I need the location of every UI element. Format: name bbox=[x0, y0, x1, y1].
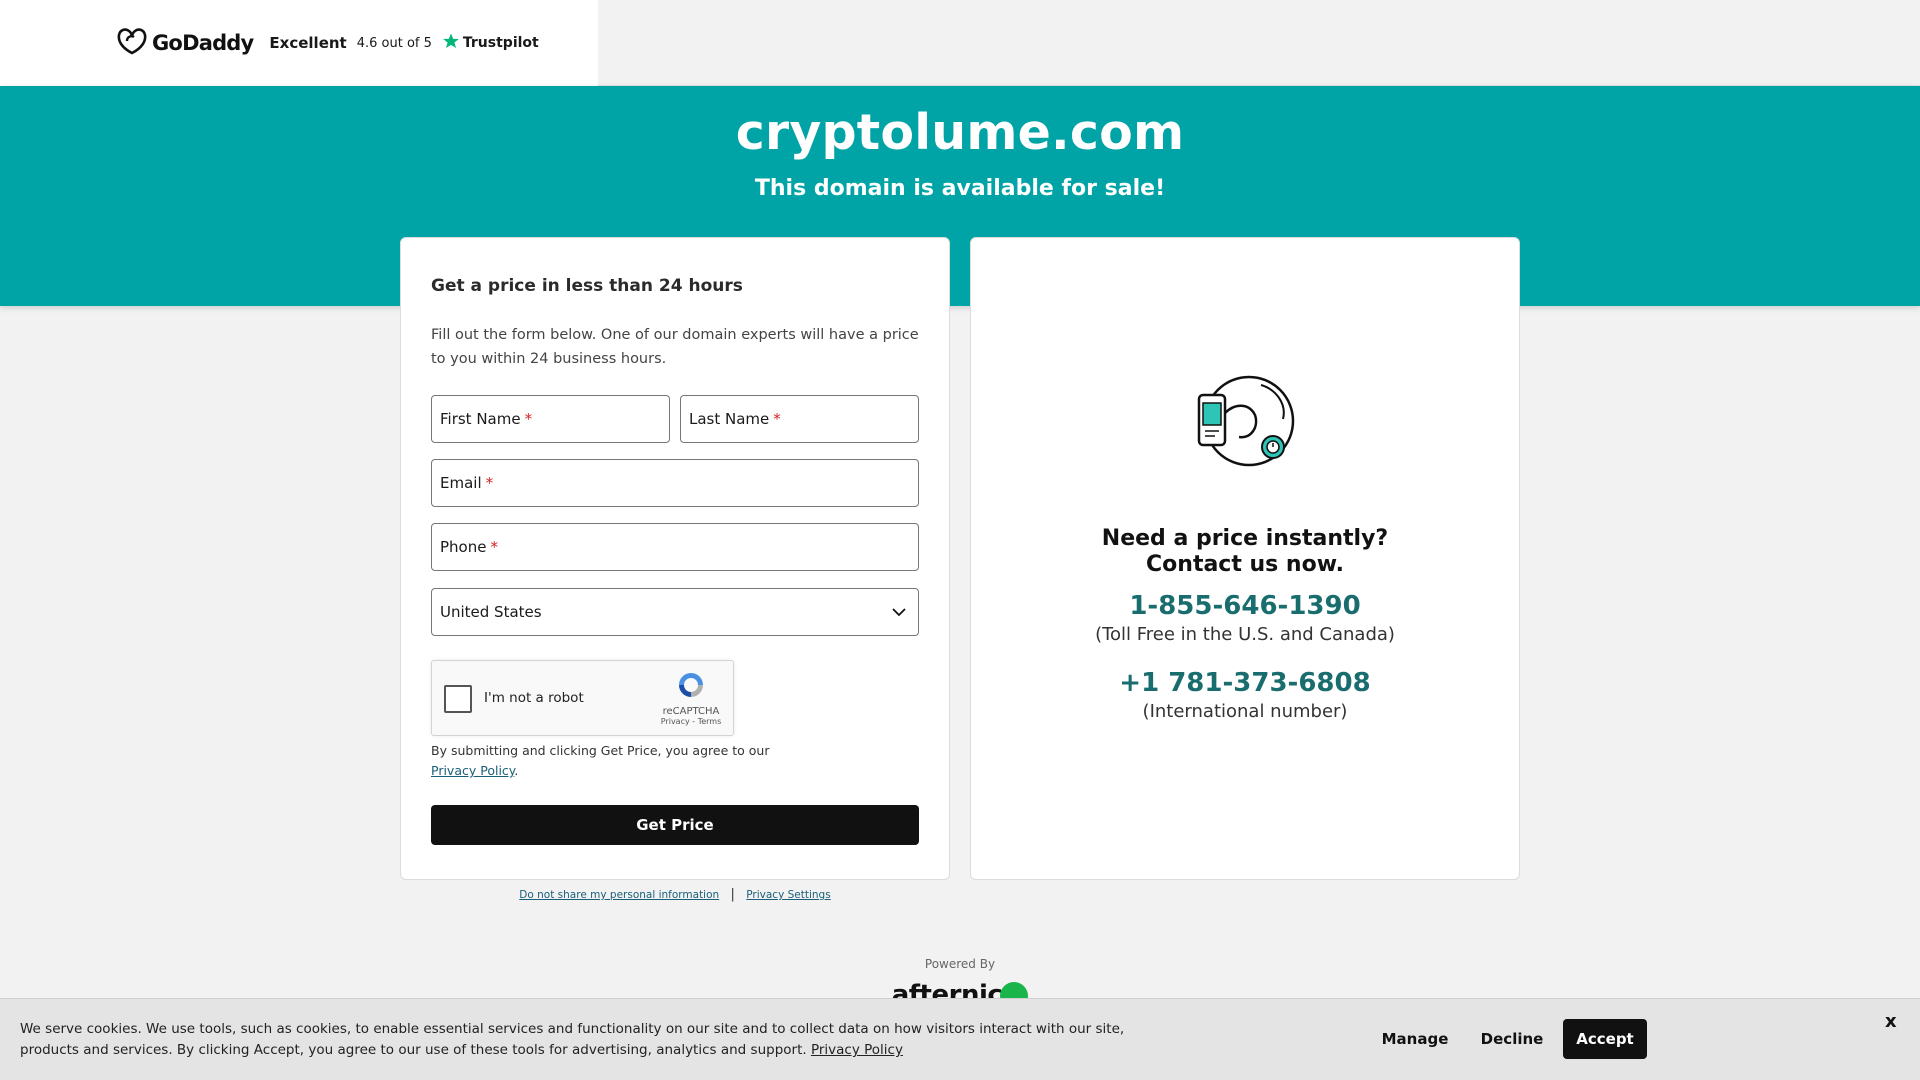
cookie-text: We serve cookies. We use tools, such as … bbox=[20, 1019, 1140, 1061]
contact-heading-line2: Contact us now. bbox=[1146, 552, 1344, 577]
trustpilot-wordmark: Trustpilot bbox=[462, 35, 539, 51]
powered-by-label: Powered By bbox=[924, 957, 996, 971]
recaptcha-icon bbox=[675, 673, 707, 705]
country-select[interactable]: United States bbox=[431, 588, 919, 636]
form-title: Get a price in less than 24 hours bbox=[431, 276, 743, 296]
decline-cookies-button[interactable]: Decline bbox=[1470, 1019, 1554, 1059]
consent-end: . bbox=[514, 763, 519, 778]
contact-illustration-icon bbox=[1191, 373, 1301, 473]
cookie-banner: We serve cookies. We use tools, such as … bbox=[0, 998, 1920, 1080]
phone-label: Phone bbox=[440, 538, 487, 556]
recaptcha-label: I'm not a robot bbox=[484, 690, 584, 706]
trustpilot-rating-word: Excellent bbox=[269, 34, 347, 52]
manage-cookies-button[interactable]: Manage bbox=[1370, 1019, 1460, 1059]
phone-field[interactable]: Phone * bbox=[431, 523, 919, 571]
trustpilot-logo[interactable]: Trustpilot bbox=[442, 32, 539, 54]
contact-heading: Need a price instantly? Contact us now. bbox=[971, 526, 1519, 578]
email-field[interactable]: Email * bbox=[431, 459, 919, 507]
consent-copy: By submitting and clicking Get Price, yo… bbox=[431, 743, 770, 758]
godaddy-wordmark: GoDaddy bbox=[152, 31, 254, 55]
domain-subtitle: This domain is available for sale! bbox=[754, 176, 1166, 201]
first-name-field[interactable]: First Name * bbox=[431, 395, 670, 443]
close-icon[interactable]: x bbox=[1885, 1011, 1897, 1032]
recaptcha-brand: reCAPTCHA bbox=[662, 706, 720, 717]
international-phone-link[interactable]: +1 781-373-6808 bbox=[971, 668, 1519, 698]
consent-privacy-link[interactable]: Privacy Policy bbox=[431, 763, 514, 778]
contact-heading-line1: Need a price instantly? bbox=[1101, 526, 1389, 551]
recaptcha-checkbox[interactable] bbox=[444, 685, 472, 713]
recaptcha-branding: reCAPTCHA Privacy - Terms bbox=[659, 669, 723, 726]
cookie-privacy-link[interactable]: Privacy Policy bbox=[811, 1042, 903, 1058]
required-marker: * bbox=[773, 410, 781, 428]
recaptcha-links[interactable]: Privacy - Terms bbox=[659, 717, 723, 726]
trustpilot-star-icon bbox=[442, 32, 460, 54]
chevron-down-icon bbox=[892, 603, 906, 621]
brand-bar: GoDaddy Excellent 4.6 out of 5 Trustpilo… bbox=[0, 0, 598, 86]
price-request-form: Get a price in less than 24 hours Fill o… bbox=[400, 237, 950, 880]
required-marker: * bbox=[524, 410, 533, 428]
last-name-field[interactable]: Last Name * bbox=[680, 395, 919, 443]
cookie-copy: We serve cookies. We use tools, such as … bbox=[20, 1021, 1125, 1058]
godaddy-logo-icon bbox=[116, 26, 148, 60]
international-phone-note: (International number) bbox=[1142, 701, 1348, 722]
first-name-label: First Name bbox=[440, 410, 521, 428]
brand-group: GoDaddy Excellent 4.6 out of 5 Trustpilo… bbox=[116, 26, 539, 60]
trustpilot-score: 4.6 out of 5 bbox=[356, 35, 432, 51]
required-marker: * bbox=[485, 474, 494, 492]
domain-title: cryptolume.com bbox=[735, 104, 1185, 161]
footer-links: Do not share my personal information | P… bbox=[400, 887, 950, 902]
top-bar: GoDaddy Excellent 4.6 out of 5 Trustpilo… bbox=[0, 0, 1920, 86]
tollfree-phone-link[interactable]: 1-855-646-1390 bbox=[971, 591, 1519, 621]
required-marker: * bbox=[490, 538, 498, 556]
tollfree-phone-note: (Toll Free in the U.S. and Canada) bbox=[1095, 624, 1395, 645]
last-name-label: Last Name bbox=[689, 410, 770, 428]
consent-text: By submitting and clicking Get Price, yo… bbox=[431, 741, 831, 781]
get-price-button[interactable]: Get Price bbox=[431, 805, 919, 845]
do-not-share-link[interactable]: Do not share my personal information bbox=[519, 889, 719, 901]
form-description: Fill out the form below. One of our doma… bbox=[431, 327, 919, 367]
contact-card: Need a price instantly? Contact us now. … bbox=[970, 237, 1520, 880]
recaptcha-widget: I'm not a robot reCAPTCHA Privacy - Term… bbox=[431, 660, 734, 736]
country-value: United States bbox=[440, 603, 542, 621]
privacy-settings-link[interactable]: Privacy Settings bbox=[746, 889, 830, 901]
email-label: Email bbox=[440, 474, 482, 492]
footer-separator: | bbox=[730, 887, 735, 902]
hero-banner: cryptolume.com This domain is available … bbox=[0, 86, 1920, 306]
godaddy-logo[interactable]: GoDaddy bbox=[116, 26, 254, 60]
accept-cookies-button[interactable]: Accept bbox=[1563, 1019, 1647, 1059]
